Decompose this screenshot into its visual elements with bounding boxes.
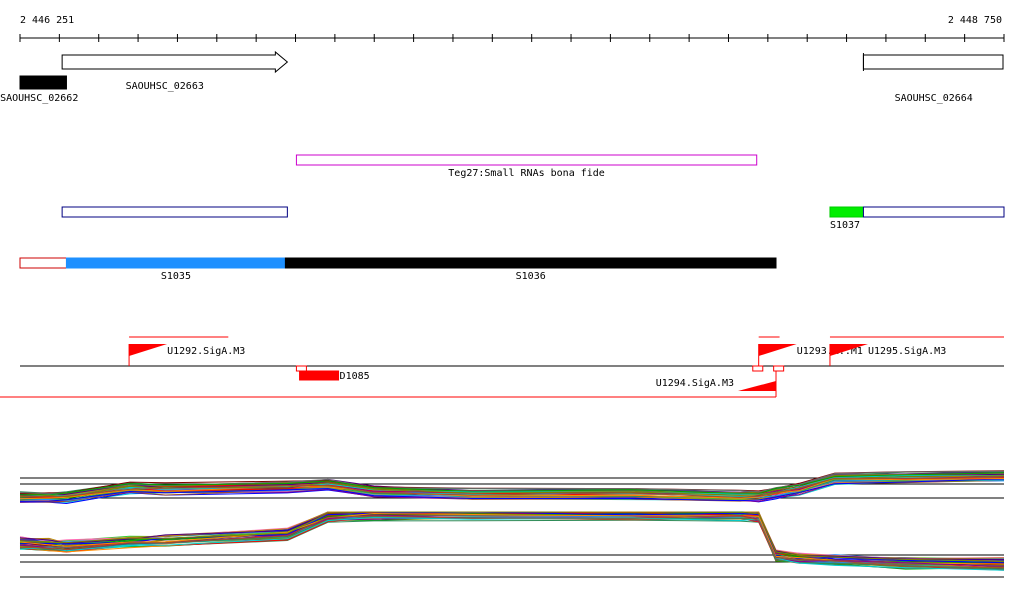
- gene-track: SAOUHSC_02662 SAOUHSC_02663 SAOUHSC_02664: [0, 50, 1004, 104]
- promoter-u1295-label: U1295.SigA.M3: [868, 346, 946, 357]
- ruler-end-label: 2 448 750: [948, 15, 1002, 26]
- expression-profile-track: [19, 470, 1005, 578]
- baseline-marker-box: [773, 365, 785, 372]
- gene-saouhsc-02664-label: SAOUHSC_02664: [895, 93, 973, 104]
- baseline-marker-box: [752, 365, 764, 372]
- srna-track: Teg27:Small RNAs bona fide: [295, 154, 758, 179]
- srna-teg27-label: Teg27:Small RNAs bona fide: [448, 168, 605, 179]
- segment-s1035-label: S1035: [161, 271, 191, 282]
- segment-red-outline: [19, 257, 67, 269]
- feature-d1085: [299, 370, 340, 381]
- segment-blue-left: [61, 206, 288, 218]
- gene-saouhsc-02662: [19, 75, 67, 90]
- gene-saouhsc-02662-label: SAOUHSC_02662: [0, 93, 78, 104]
- feature-d1085-label: D1085: [340, 371, 370, 382]
- segment-s1035: [65, 257, 286, 269]
- segment-s1036: [284, 257, 777, 269]
- srna-teg27-box: [295, 154, 758, 166]
- promoter-u1293-flag: [758, 344, 797, 356]
- segment-track-1: S1037: [61, 206, 1005, 231]
- coordinate-ruler: 2 446 251 2 448 750: [19, 15, 1005, 42]
- genome-browser-view: 2 446 251 2 448 750 SAOUHSC_02662SAOUHSC…: [0, 15, 1005, 578]
- promoter-u1292-label: U1292.SigA.M3: [167, 346, 245, 357]
- gene-saouhsc-02663-label: SAOUHSC_02663: [126, 81, 204, 92]
- baseline-marker-box: [295, 365, 307, 372]
- segment-s1037: [829, 206, 864, 218]
- segment-s1037-label: S1037: [830, 220, 860, 231]
- gene-saouhsc-02663: [61, 50, 289, 74]
- ruler-start-label: 2 446 251: [20, 15, 74, 26]
- segment-s1036-label: S1036: [516, 271, 546, 282]
- segment-blue-right: [862, 206, 1005, 218]
- promoter-u1294-label: U1294.SigA.M3: [656, 378, 734, 389]
- gene-saouhsc-02664: [862, 54, 1004, 70]
- promoter-u1294-flag: [738, 381, 777, 391]
- segment-track-2: S1035 S1036: [19, 257, 777, 282]
- promoter-track: U1292.SigA.M3U1293.M..M1U1295.SigA.M3U12…: [0, 336, 1004, 398]
- promoter-u1292-flag: [129, 344, 168, 356]
